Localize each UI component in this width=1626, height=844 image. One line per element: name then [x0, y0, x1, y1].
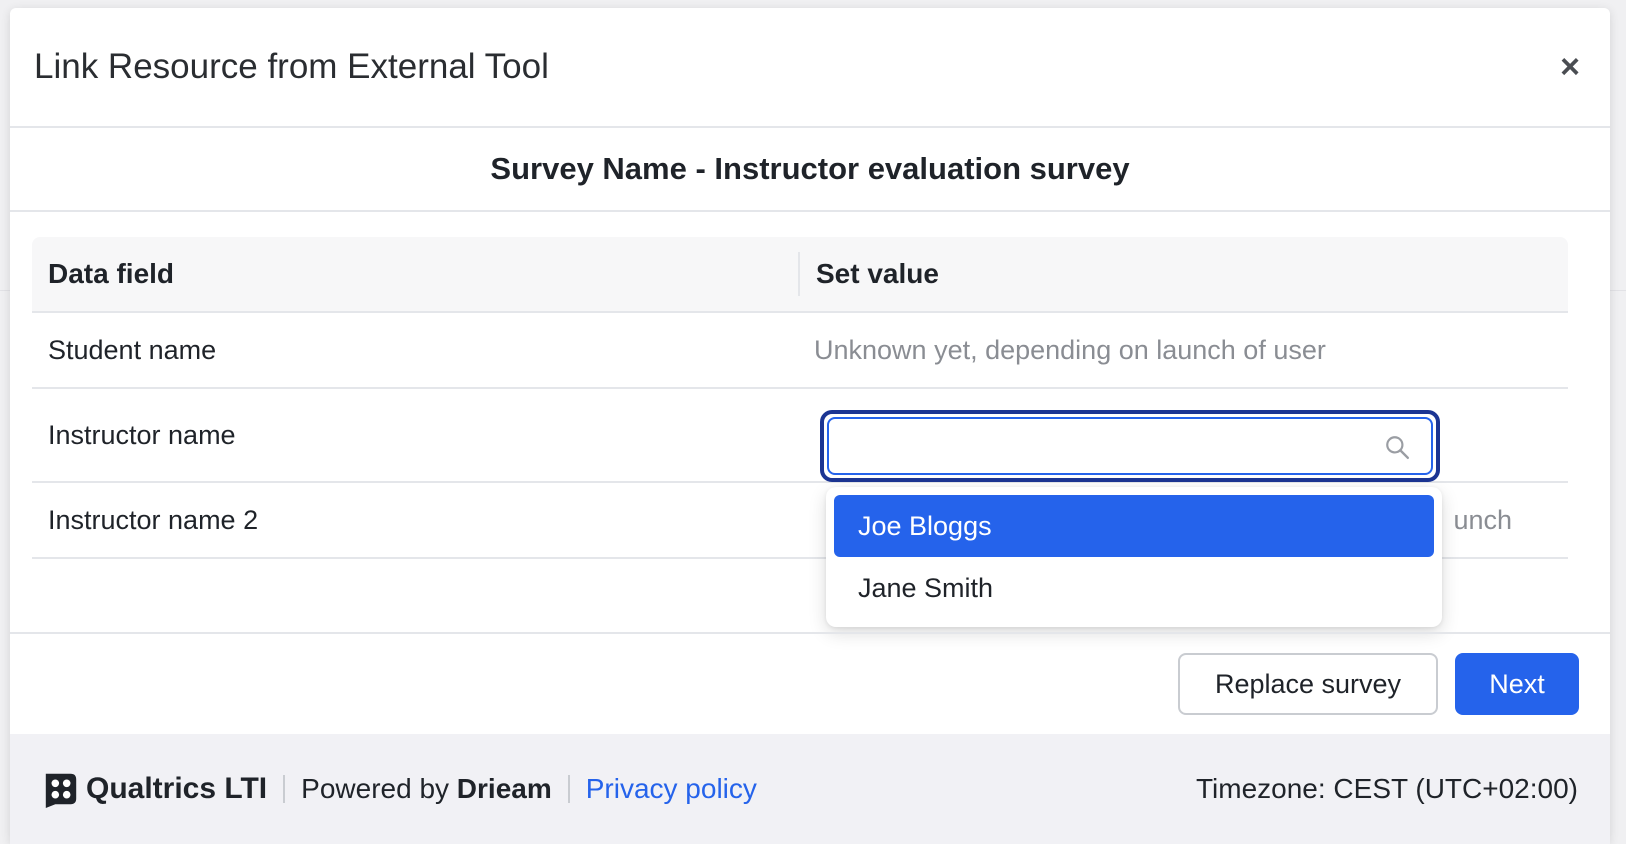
modal-header: Link Resource from External Tool × — [10, 8, 1610, 128]
powered-by-prefix: Powered by — [301, 773, 457, 804]
replace-survey-button[interactable]: Replace survey — [1178, 653, 1438, 715]
powered-by-company: Drieam — [456, 773, 552, 804]
qualtrics-logo-icon — [45, 773, 77, 808]
modal-actions: Replace survey Next — [10, 632, 1610, 732]
timezone-label: Timezone: CEST (UTC+02:00) — [1195, 773, 1578, 804]
next-button[interactable]: Next — [1455, 653, 1579, 715]
modal-title: Link Resource from External Tool — [34, 47, 549, 86]
survey-title-bar: Survey Name - Instructor evaluation surv… — [10, 128, 1610, 212]
field-student-name: Student name — [48, 334, 217, 365]
brand-name: Qualtrics LTI — [86, 772, 268, 805]
field-instructor-name-2: Instructor name 2 — [48, 504, 259, 535]
header-data-field: Data field — [48, 258, 175, 289]
table-header: Data field Set value — [32, 237, 1568, 313]
close-icon: × — [1560, 47, 1580, 86]
instructor-search-focus-ring — [820, 410, 1440, 482]
privacy-policy-link[interactable]: Privacy policy — [586, 773, 757, 805]
instructor-search-input[interactable] — [827, 417, 1433, 475]
option-joe-bloggs[interactable]: Joe Bloggs — [834, 495, 1434, 557]
instructor-dropdown: Joe Bloggs Jane Smith — [826, 487, 1442, 627]
table-row: Student name Unknown yet, depending on l… — [32, 313, 1568, 389]
brand: Qualtrics LTI — [42, 770, 267, 808]
field-instructor-name: Instructor name — [48, 419, 236, 450]
close-button[interactable]: × — [1550, 47, 1590, 87]
footer-bar: Qualtrics LTI Powered by Drieam Privacy … — [10, 734, 1610, 844]
search-icon — [1386, 436, 1410, 460]
divider — [283, 775, 286, 803]
header-set-value: Set value — [798, 252, 1568, 296]
powered-by: Powered by Drieam — [301, 773, 552, 805]
divider — [567, 775, 570, 803]
option-jane-smith[interactable]: Jane Smith — [834, 557, 1434, 619]
survey-title: Survey Name - Instructor evaluation surv… — [490, 151, 1130, 186]
value-student-name: Unknown yet, depending on launch of user — [814, 334, 1326, 365]
